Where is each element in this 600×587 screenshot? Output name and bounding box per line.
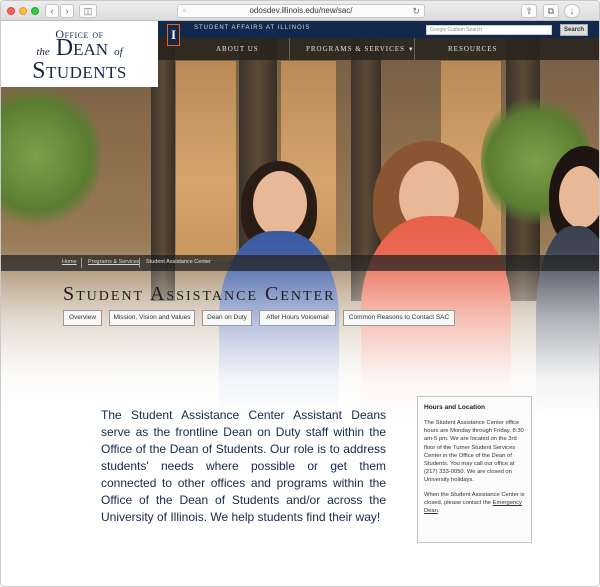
page-icon: ▫ bbox=[183, 6, 186, 15]
zoom-window-button[interactable] bbox=[31, 7, 39, 15]
search-input[interactable]: Google Custom Search bbox=[426, 25, 552, 35]
main-nav: I ABOUT US PROGRAMS & SERVICES ▼ RESOURC… bbox=[158, 24, 599, 60]
back-button[interactable]: ‹ bbox=[45, 4, 59, 18]
logo-of: of bbox=[114, 46, 123, 58]
tab-common-reasons[interactable]: Common Reasons to Contact SAC bbox=[343, 310, 455, 326]
search-brand: Google bbox=[430, 27, 447, 33]
web-page: STUDENT AFFAIRS AT ILLINOIS Google Custo… bbox=[1, 21, 599, 586]
hours-location-box: Hours and Location The Student Assistanc… bbox=[417, 396, 532, 543]
share-button[interactable]: ⇧ bbox=[521, 4, 537, 18]
dean-of-students-logo[interactable]: Office of the Dean of Students bbox=[1, 21, 158, 87]
page-title: Student Assistance Center bbox=[63, 283, 336, 305]
reload-icon[interactable]: ↻ bbox=[412, 5, 420, 17]
breadcrumb: Home Programs & Services Student Assista… bbox=[1, 255, 599, 271]
download-icon: ↓ bbox=[569, 6, 575, 16]
sidebar-closed-text: When the Student Assistance Center is cl… bbox=[424, 491, 525, 516]
nav-programs-services-label: PROGRAMS & SERVICES bbox=[306, 45, 405, 53]
close-window-button[interactable] bbox=[7, 7, 15, 15]
tabs-button[interactable]: ⧉ bbox=[543, 4, 559, 18]
sidebar-icon: ◫ bbox=[83, 6, 93, 16]
nav-resources[interactable]: RESOURCES bbox=[448, 45, 497, 53]
chevron-right-icon: › bbox=[65, 6, 69, 16]
chevron-left-icon: ‹ bbox=[50, 6, 54, 16]
tab-dean-on-duty[interactable]: Dean on Duty bbox=[202, 310, 252, 326]
downloads-button[interactable]: ↓ bbox=[564, 4, 580, 18]
sidebar-hours-text: The Student Assistance Center office hou… bbox=[424, 420, 524, 484]
share-icon: ⇧ bbox=[525, 6, 533, 16]
top-bar: STUDENT AFFAIRS AT ILLINOIS Google Custo… bbox=[158, 21, 599, 38]
search-placeholder: Custom Search bbox=[447, 27, 482, 33]
tab-mission[interactable]: Mission, Vision and Values bbox=[109, 310, 195, 326]
student-affairs-link[interactable]: STUDENT AFFAIRS AT ILLINOIS bbox=[194, 25, 310, 31]
browser-window: ‹ › ◫ ▫ odosdev.illinois.edu/new/sac/ ↻ … bbox=[0, 0, 600, 587]
address-bar[interactable]: ▫ odosdev.illinois.edu/new/sac/ ↻ bbox=[177, 4, 425, 18]
forward-button[interactable]: › bbox=[60, 4, 74, 18]
sidebar-toggle-button[interactable]: ◫ bbox=[79, 4, 97, 18]
tab-after-hours[interactable]: After Hours Voicemail bbox=[259, 310, 336, 326]
logo-line-3: Students bbox=[32, 58, 127, 84]
address-text: odosdev.illinois.edu/new/sac/ bbox=[249, 6, 353, 15]
sidebar-closed-after: . bbox=[437, 508, 440, 515]
intro-paragraph: The Student Assistance Center Assistant … bbox=[101, 408, 386, 524]
sidebar-heading: Hours and Location bbox=[424, 404, 486, 411]
breadcrumb-home[interactable]: Home bbox=[62, 259, 77, 265]
search-button[interactable]: Search bbox=[560, 24, 588, 36]
breadcrumb-current: Student Assistance Center bbox=[146, 259, 211, 265]
block-i-logo[interactable]: I bbox=[167, 24, 180, 46]
tab-overview[interactable]: Overview bbox=[63, 310, 102, 326]
nav-about-us[interactable]: ABOUT US bbox=[216, 45, 259, 53]
tabs-icon: ⧉ bbox=[547, 6, 555, 16]
breadcrumb-programs[interactable]: Programs & Services bbox=[88, 259, 140, 265]
minimize-window-button[interactable] bbox=[19, 7, 27, 15]
nav-programs-services[interactable]: PROGRAMS & SERVICES ▼ bbox=[306, 45, 415, 53]
browser-toolbar: ‹ › ◫ ▫ odosdev.illinois.edu/new/sac/ ↻ … bbox=[1, 1, 599, 21]
logo-the: the bbox=[36, 46, 50, 58]
